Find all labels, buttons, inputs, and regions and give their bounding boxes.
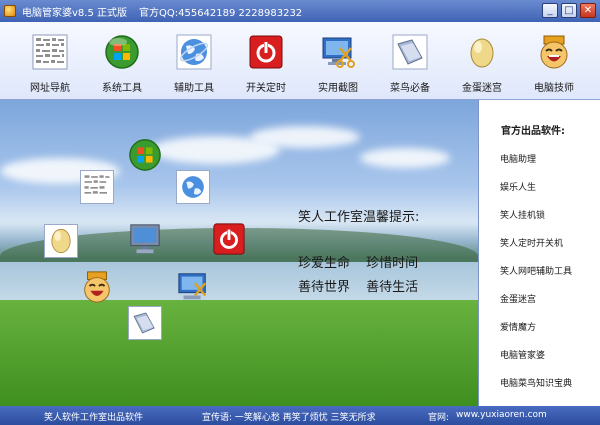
main-panel: 笑人工作室温馨提示: 珍爱生命 珍惜时间 善待世界 善待生活 [0, 100, 478, 406]
official-site-link[interactable]: www.yuxiaoren.com [456, 410, 547, 420]
toolbar-label: 开关定时 [246, 83, 286, 94]
web-nav-icon [32, 34, 68, 70]
golden-egg-icon [470, 38, 494, 68]
side-link-netcafe-tool[interactable]: 笑人网吧辅助工具 [500, 264, 572, 277]
toolbar-label: 网址导航 [30, 83, 70, 94]
app-icon [4, 5, 16, 17]
toolbar-label: 金蛋迷宫 [462, 83, 502, 94]
official-software-panel: 官方出品软件: 电脑助理 娱乐人生 笑人挂机锁 笑人定时开关机 笑人网吧辅助工具… [478, 100, 600, 406]
toolbar-system-tools[interactable]: 系统工具 [89, 34, 155, 96]
toolbar-web-nav[interactable]: 网址导航 [17, 34, 83, 96]
folder-icon [392, 34, 428, 70]
windows-logo-icon[interactable] [128, 138, 162, 172]
status-bar: 笑人软件工作室出品软件 宣传语: 一笑解心愁 再笑了烦忧 三笑无所求 官网: w… [0, 406, 600, 425]
toolbar-power-timer[interactable]: 开关定时 [233, 34, 299, 96]
cloud [250, 126, 360, 148]
side-link-egg-maze[interactable]: 金蛋迷宫 [500, 292, 536, 305]
golden-egg-icon[interactable] [44, 224, 78, 258]
window-controls: _ □ ✕ [542, 3, 596, 18]
tip-line-2: 善待世界 善待生活 [298, 280, 419, 295]
tip-line-1: 珍爱生命 珍惜时间 [298, 256, 419, 271]
laughing-face-icon[interactable] [80, 270, 114, 304]
window-title: 电脑管家婆v8.5 正式版 [22, 7, 127, 19]
status-slogan: 宣传语: 一笑解心愁 再笑了烦忧 三笑无所求 [202, 413, 376, 423]
toolbar-screenshot[interactable]: 实用截图 [305, 34, 371, 96]
side-link-pc-assistant[interactable]: 电脑助理 [500, 152, 536, 165]
official-qq: 官方QQ:455642189 2228983232 [139, 7, 303, 19]
side-title: 官方出品软件: [501, 126, 565, 137]
folder-icon[interactable] [128, 306, 162, 340]
screenshot-icon[interactable] [176, 270, 210, 304]
side-link-entertainment[interactable]: 娱乐人生 [500, 180, 536, 193]
toolbar-label: 辅助工具 [174, 83, 214, 94]
tip-title: 笑人工作室温馨提示: [298, 210, 420, 225]
power-icon [249, 35, 283, 69]
close-button[interactable]: ✕ [580, 3, 596, 18]
main-toolbar: 网址导航 系统工具 辅助工具 开关定时 实用截图 菜鸟必备 金蛋迷宫 电脑技师 [0, 22, 600, 100]
windows-logo-icon [105, 35, 139, 69]
toolbar-beginner[interactable]: 菜鸟必备 [377, 34, 443, 96]
web-nav-icon[interactable] [80, 170, 114, 204]
side-link-pc-manager[interactable]: 电脑管家婆 [500, 348, 545, 361]
toolbar-label: 系统工具 [102, 83, 142, 94]
toolbar-pc-technician[interactable]: 电脑技师 [521, 34, 587, 96]
toolbar-label: 实用截图 [318, 83, 358, 94]
power-icon[interactable] [212, 222, 246, 256]
toolbar-label: 电脑技师 [534, 83, 574, 94]
grass-field [0, 300, 478, 406]
side-link-knowledge-book[interactable]: 电脑菜鸟知识宝典 [500, 376, 572, 389]
toolbar-golden-egg-maze[interactable]: 金蛋迷宫 [449, 34, 515, 96]
toolbar-aux-tools[interactable]: 辅助工具 [161, 34, 227, 96]
screenshot-icon [322, 37, 355, 68]
globe-icon [176, 34, 212, 70]
monitor-icon[interactable] [128, 222, 162, 256]
side-link-idle-lock[interactable]: 笑人挂机锁 [500, 208, 545, 221]
toolbar-label: 菜鸟必备 [390, 83, 430, 94]
globe-icon[interactable] [176, 170, 210, 204]
status-studio: 笑人软件工作室出品软件 [44, 413, 144, 423]
side-link-timed-shutdown[interactable]: 笑人定时开关机 [500, 236, 563, 249]
title-bar: 电脑管家婆v8.5 正式版 官方QQ:455642189 2228983232 … [0, 0, 600, 22]
minimize-button[interactable]: _ [542, 3, 558, 18]
status-site-label: 官网: [428, 413, 450, 423]
cloud [360, 148, 450, 168]
maximize-button[interactable]: □ [561, 3, 577, 18]
laughing-face-icon [540, 35, 568, 69]
side-link-love-cube[interactable]: 爱情魔方 [500, 320, 536, 333]
